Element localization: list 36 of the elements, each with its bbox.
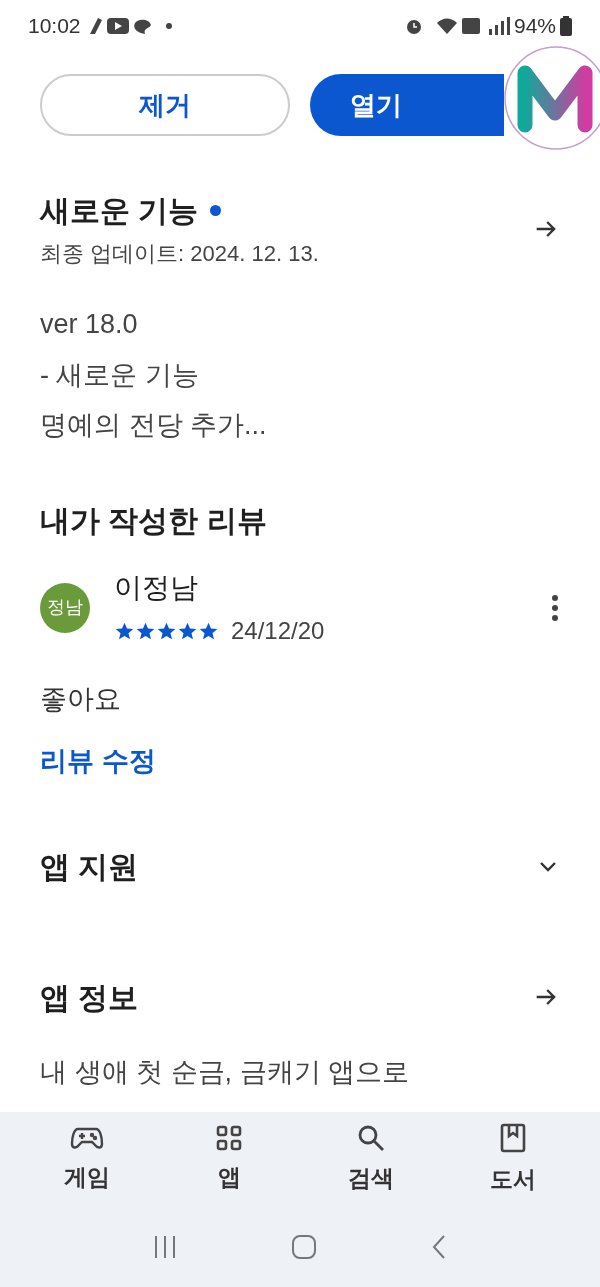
section-title: 내가 작성한 리뷰 [39, 502, 268, 539]
more-options-icon[interactable] [550, 592, 560, 623]
avatar: 정남 [40, 582, 90, 633]
dot-icon [164, 22, 173, 30]
section-title: 앱 정보 [40, 979, 140, 1016]
review-text: 좋아요 [39, 682, 122, 716]
status-time: 10:02 [28, 13, 81, 40]
star-icon [177, 620, 198, 641]
star-icon [114, 620, 135, 641]
home-icon[interactable] [291, 1233, 317, 1260]
apps-grid-icon [215, 1123, 243, 1152]
section-title: 앱 지원 [40, 848, 140, 885]
nav-tab[interactable]: 게임 [16, 1112, 158, 1206]
release-note-line: 명예의 전당 추가... [40, 409, 268, 442]
star-icon [156, 620, 177, 641]
app-description: 내 생애 첫 순금, 금캐기 앱으로 [39, 1055, 410, 1089]
release-note-line: - 새로운 기능 [40, 358, 200, 392]
nav-tab[interactable]: 도서 [442, 1112, 584, 1206]
review-date: 24/12/20 [231, 615, 325, 646]
battery-level: 94% [513, 13, 556, 40]
nav-tab[interactable]: 검색 [300, 1112, 442, 1206]
book-icon [499, 1121, 527, 1154]
section-title: 새로운 기능 [40, 193, 199, 229]
wifi-icon [435, 17, 458, 35]
star-icon [135, 620, 156, 641]
update-date: 최종 업데이트: 2024. 12. 13. [40, 240, 320, 268]
reviewer-name: 이정남 [114, 570, 199, 605]
signal-icon [487, 17, 510, 35]
star-icon [198, 620, 219, 641]
edit-review-link[interactable]: 리뷰 수정 [40, 746, 156, 776]
battery-icon [560, 16, 572, 36]
nav-tab[interactable]: 앱 [158, 1112, 300, 1206]
play-icon [106, 18, 129, 34]
open-button[interactable]: 열기 [310, 74, 504, 136]
release-note-line: ver 18.0 [40, 308, 139, 341]
uninstall-button[interactable]: 제거 [40, 74, 290, 136]
